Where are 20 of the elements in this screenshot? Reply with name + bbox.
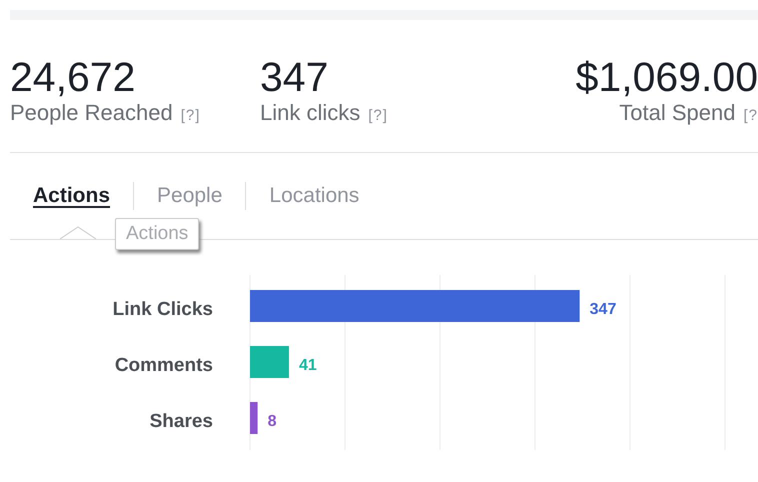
category-label: Comments bbox=[114, 355, 213, 376]
category-label: Link Clicks bbox=[112, 299, 213, 320]
stat-label: Link clicks bbox=[260, 100, 360, 126]
tab[interactable]: Actions bbox=[33, 184, 134, 208]
pointer-notch-icon bbox=[60, 226, 96, 240]
tab[interactable]: People bbox=[134, 184, 246, 208]
help-link[interactable]: [?] bbox=[368, 107, 388, 124]
tab[interactable]: Locations bbox=[246, 184, 382, 208]
stat-value: $1,069.00 bbox=[576, 54, 758, 100]
stat-label: Total Spend bbox=[619, 100, 736, 126]
help-link[interactable]: [? bbox=[743, 107, 758, 124]
value-label: 41 bbox=[298, 357, 317, 374]
category-label: Shares bbox=[150, 411, 213, 432]
stat-label: People Reached bbox=[10, 100, 173, 126]
tooltip: Actions bbox=[115, 218, 200, 250]
value-label: 8 bbox=[268, 413, 276, 430]
stat-value: 24,672 bbox=[10, 54, 136, 100]
help-link[interactable]: [?] bbox=[180, 107, 200, 124]
stat-value: 347 bbox=[260, 54, 330, 100]
value-label: 347 bbox=[590, 301, 616, 318]
